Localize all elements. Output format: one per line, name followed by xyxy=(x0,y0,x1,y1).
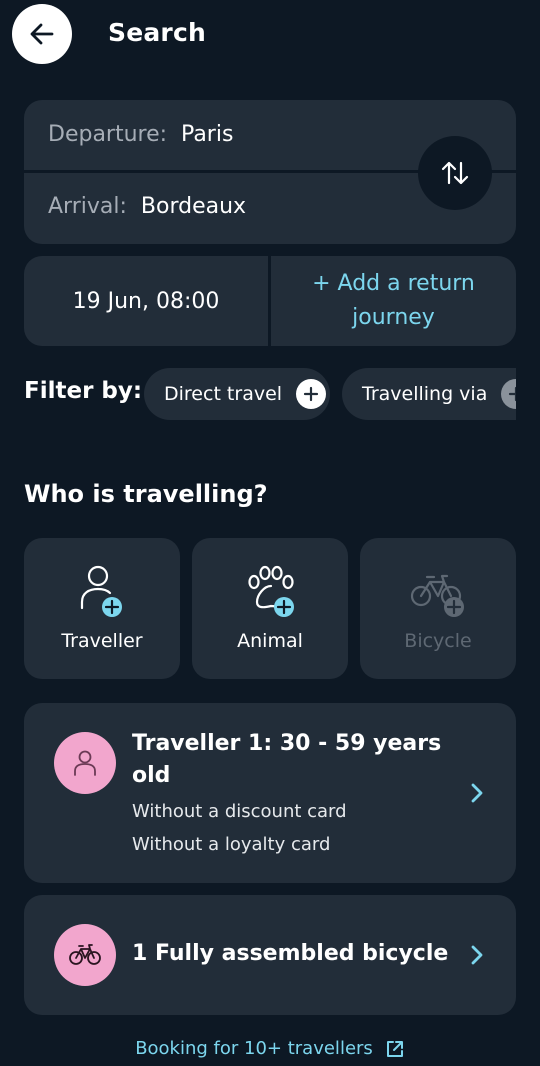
tile-label: Bicycle xyxy=(404,630,472,652)
group-booking-link[interactable]: Booking for 10+ travellers xyxy=(0,1038,540,1059)
departure-value: Paris xyxy=(181,122,234,147)
external-link-icon xyxy=(386,1040,403,1057)
bicycle-title: 1 Fully assembled bicycle xyxy=(132,941,449,966)
swap-route-button[interactable] xyxy=(418,136,492,210)
add-bicycle-tile: Bicycle xyxy=(360,538,516,679)
plus-icon xyxy=(501,379,516,409)
traveller-title: Traveller 1: 30 - 59 years old xyxy=(132,731,442,788)
outbound-date-value: 19 Jun, 08:00 xyxy=(72,288,220,314)
back-button[interactable] xyxy=(12,4,72,64)
chip-label: Travelling via xyxy=(362,383,488,405)
arrival-field[interactable]: Arrival: Bordeaux xyxy=(48,194,246,219)
avatar xyxy=(54,732,116,794)
arrival-label: Arrival: xyxy=(48,194,127,219)
person-add-icon xyxy=(80,565,122,617)
paw-add-icon xyxy=(248,565,294,617)
section-title: Who is travelling? xyxy=(24,480,268,508)
arrival-value: Bordeaux xyxy=(140,194,247,219)
add-return-label: + Add a return journey xyxy=(312,271,475,330)
add-traveller-tile[interactable]: Traveller xyxy=(24,538,180,679)
swap-vertical-icon xyxy=(441,161,469,185)
departure-field[interactable]: Departure: Paris xyxy=(48,122,233,147)
person-icon xyxy=(74,750,96,776)
chevron-right-icon xyxy=(471,783,483,803)
filter-chip-direct-travel[interactable]: Direct travel xyxy=(144,368,330,420)
tile-label: Traveller xyxy=(61,630,143,652)
bicycle-add-icon xyxy=(410,574,464,617)
chip-label: Direct travel xyxy=(164,383,283,405)
loyalty-card-status: Without a loyalty card xyxy=(132,834,331,855)
outbound-date-field[interactable]: 19 Jun, 08:00 xyxy=(24,256,268,346)
arrow-left-icon xyxy=(30,23,54,45)
bicycle-icon xyxy=(69,944,101,965)
discount-card-status: Without a discount card xyxy=(132,801,347,822)
traveller-card[interactable]: Traveller 1: 30 - 59 years old Without a… xyxy=(24,703,516,883)
add-animal-tile[interactable]: Animal xyxy=(192,538,348,679)
filter-chip-travelling-via[interactable]: Travelling via xyxy=(342,368,516,420)
departure-label: Departure: xyxy=(48,122,168,147)
bicycle-card[interactable]: 1 Fully assembled bicycle xyxy=(24,895,516,1015)
filter-label: Filter by: xyxy=(24,378,143,404)
chevron-right-icon xyxy=(471,945,483,965)
tile-label: Animal xyxy=(237,630,303,652)
plus-icon xyxy=(296,379,327,409)
avatar xyxy=(54,924,116,986)
add-return-button[interactable]: + Add a return journey xyxy=(271,256,516,346)
group-booking-label: Booking for 10+ travellers xyxy=(135,1038,373,1059)
page-title: Search xyxy=(108,18,206,47)
